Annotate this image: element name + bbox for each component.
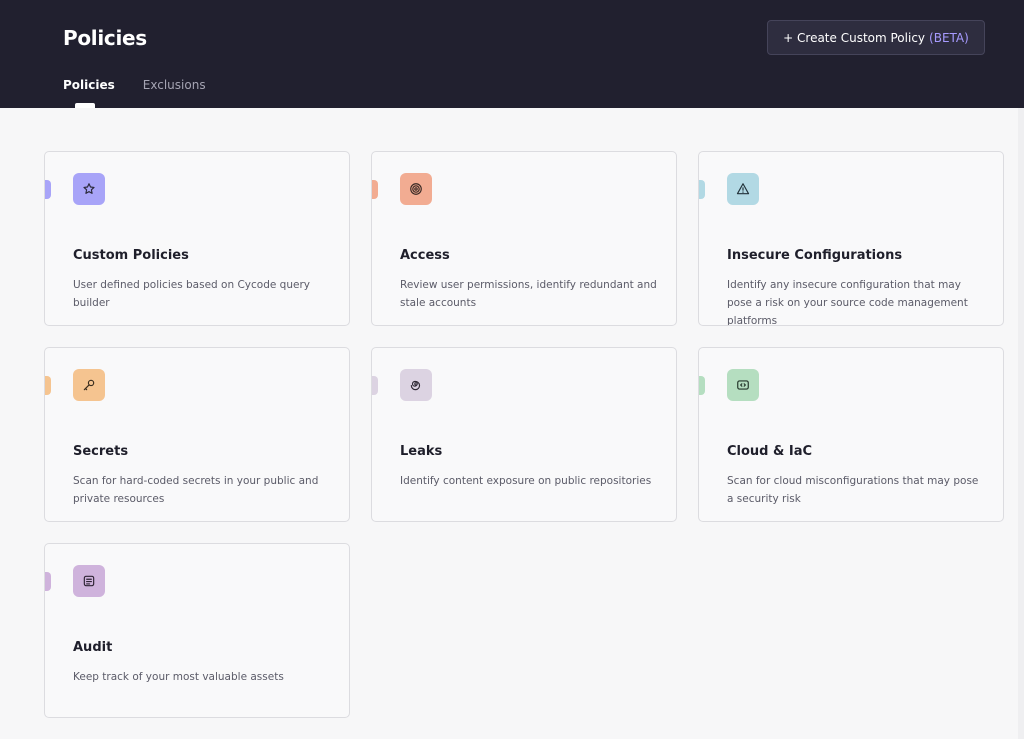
policy-card-custom-policies[interactable]: Custom Policies User defined policies ba…	[44, 151, 350, 326]
card-title: Custom Policies	[73, 248, 189, 263]
create-custom-policy-label: + Create Custom Policy	[783, 30, 926, 45]
beta-badge: (BETA)	[929, 30, 969, 45]
page-title: Policies	[63, 26, 147, 50]
card-description: User defined policies based on Cycode qu…	[73, 279, 310, 309]
card-accent	[372, 180, 378, 199]
card-accent	[699, 180, 705, 199]
card-title: Leaks	[400, 444, 443, 459]
card-accent	[699, 376, 705, 395]
active-tab-indicator	[75, 103, 95, 108]
card-description: Scan for cloud misconfigurations that ma…	[727, 475, 979, 505]
policy-card-audit[interactable]: Audit Keep track of your most valuable a…	[44, 543, 350, 718]
card-description: Identify content exposure on public repo…	[400, 475, 652, 487]
scrollbar-track[interactable]	[1018, 108, 1024, 739]
card-description: Keep track of your most valuable assets	[73, 671, 284, 683]
card-accent	[45, 572, 51, 591]
fingerprint-icon	[400, 173, 432, 205]
card-accent	[45, 180, 51, 199]
card-description: Review user permissions, identify redund…	[400, 279, 657, 309]
policy-card-cloud-iac[interactable]: Cloud & IaC Scan for cloud misconfigurat…	[698, 347, 1004, 522]
document-icon	[73, 565, 105, 597]
spiral-icon	[400, 369, 432, 401]
policy-card-secrets[interactable]: Secrets Scan for hard-coded secrets in y…	[44, 347, 350, 522]
tab-policies-label: Policies	[63, 78, 115, 92]
tab-bar: Policies Exclusions	[63, 78, 206, 108]
card-title: Audit	[73, 640, 113, 655]
tab-exclusions-label: Exclusions	[142, 78, 206, 92]
policy-card-access[interactable]: Access Review user permissions, identify…	[371, 151, 677, 326]
policy-card-leaks[interactable]: Leaks Identify content exposure on publi…	[371, 347, 677, 522]
top-header: Policies + Create Custom Policy (BETA) P…	[0, 0, 1024, 108]
key-icon	[73, 369, 105, 401]
policy-card-insecure-configurations[interactable]: Insecure Configurations Identify any ins…	[698, 151, 1004, 326]
card-description: Identify any insecure configuration that…	[727, 279, 968, 326]
card-title: Secrets	[73, 444, 129, 459]
warning-icon	[727, 173, 759, 205]
code-icon	[727, 369, 759, 401]
card-accent	[372, 376, 378, 395]
tab-exclusions[interactable]: Exclusions	[143, 78, 206, 108]
tab-policies[interactable]: Policies	[63, 78, 115, 108]
card-title: Cloud & IaC	[727, 444, 813, 459]
card-title: Insecure Configurations	[727, 248, 903, 263]
card-title: Access	[400, 248, 450, 263]
create-custom-policy-button[interactable]: + Create Custom Policy (BETA)	[767, 20, 985, 55]
star-icon	[73, 173, 105, 205]
card-accent	[45, 376, 51, 395]
card-description: Scan for hard-coded secrets in your publ…	[73, 475, 319, 505]
